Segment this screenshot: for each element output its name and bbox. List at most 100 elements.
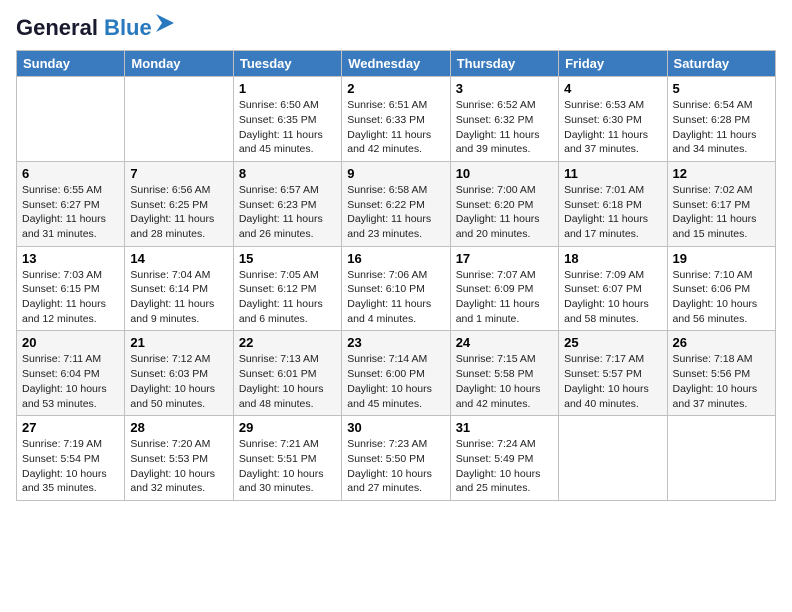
logo-icon [154, 12, 176, 34]
calendar-cell: 7 Sunrise: 6:56 AM Sunset: 6:25 PM Daylig… [125, 161, 233, 246]
day-info: Sunrise: 7:15 AM Sunset: 5:58 PM Dayligh… [456, 352, 553, 411]
day-number: 5 [673, 81, 770, 96]
day-number: 2 [347, 81, 444, 96]
day-info: Sunrise: 7:06 AM Sunset: 6:10 PM Dayligh… [347, 268, 444, 327]
calendar-cell: 23Sunrise: 7:14 AM Sunset: 6:00 PM Dayli… [342, 331, 450, 416]
calendar-cell: 14 Sunrise: 7:04 AM Sunset: 6:14 PM Dayli… [125, 246, 233, 331]
day-number: 9 [347, 166, 444, 181]
col-header-sunday: Sunday [17, 51, 125, 77]
day-info: Sunrise: 7:12 AM Sunset: 6:03 PM Dayligh… [130, 352, 227, 411]
logo: General Blue [16, 16, 176, 40]
day-number: 6 [22, 166, 119, 181]
day-info: Sunrise: 6:52 AM Sunset: 6:32 PM Dayligh… [456, 98, 553, 157]
day-number: 25 [564, 335, 661, 350]
day-number: 7 [130, 166, 227, 181]
calendar-week-row: 20 Sunrise: 7:11 AM Sunset: 6:04 PM Dayli… [17, 331, 776, 416]
day-info: Sunrise: 6:51 AM Sunset: 6:33 PM Dayligh… [347, 98, 444, 157]
day-info: Sunrise: 7:11 AM Sunset: 6:04 PM Dayligh… [22, 352, 119, 411]
calendar-week-row: 27 Sunrise: 7:19 AM Sunset: 5:54 PM Dayli… [17, 416, 776, 501]
day-info: Sunrise: 6:57 AM Sunset: 6:23 PM Dayligh… [239, 183, 336, 242]
day-number: 15 [239, 251, 336, 266]
day-number: 21 [130, 335, 227, 350]
day-number: 23 [347, 335, 444, 350]
day-number: 11 [564, 166, 661, 181]
calendar-cell: 15 Sunrise: 7:05 AM Sunset: 6:12 PM Dayli… [233, 246, 341, 331]
calendar-cell: 12Sunrise: 7:02 AM Sunset: 6:17 PM Dayli… [667, 161, 775, 246]
calendar-table: SundayMondayTuesdayWednesdayThursdayFrid… [16, 50, 776, 501]
day-info: Sunrise: 7:19 AM Sunset: 5:54 PM Dayligh… [22, 437, 119, 496]
calendar-cell [125, 77, 233, 162]
day-info: Sunrise: 7:00 AM Sunset: 6:20 PM Dayligh… [456, 183, 553, 242]
calendar-cell: 1Sunrise: 6:50 AM Sunset: 6:35 PM Daylig… [233, 77, 341, 162]
calendar-cell: 26 Sunrise: 7:18 AM Sunset: 5:56 PM Dayli… [667, 331, 775, 416]
day-info: Sunrise: 7:17 AM Sunset: 5:57 PM Dayligh… [564, 352, 661, 411]
day-info: Sunrise: 7:21 AM Sunset: 5:51 PM Dayligh… [239, 437, 336, 496]
calendar-cell: 8Sunrise: 6:57 AM Sunset: 6:23 PM Daylig… [233, 161, 341, 246]
calendar-cell: 9 Sunrise: 6:58 AM Sunset: 6:22 PM Daylig… [342, 161, 450, 246]
day-number: 13 [22, 251, 119, 266]
col-header-monday: Monday [125, 51, 233, 77]
day-number: 26 [673, 335, 770, 350]
day-info: Sunrise: 6:53 AM Sunset: 6:30 PM Dayligh… [564, 98, 661, 157]
day-info: Sunrise: 6:58 AM Sunset: 6:22 PM Dayligh… [347, 183, 444, 242]
calendar-cell: 18Sunrise: 7:09 AM Sunset: 6:07 PM Dayli… [559, 246, 667, 331]
day-number: 28 [130, 420, 227, 435]
calendar-cell: 10 Sunrise: 7:00 AM Sunset: 6:20 PM Dayli… [450, 161, 558, 246]
calendar-cell: 4 Sunrise: 6:53 AM Sunset: 6:30 PM Daylig… [559, 77, 667, 162]
day-info: Sunrise: 7:24 AM Sunset: 5:49 PM Dayligh… [456, 437, 553, 496]
calendar-week-row: 1Sunrise: 6:50 AM Sunset: 6:35 PM Daylig… [17, 77, 776, 162]
day-number: 16 [347, 251, 444, 266]
calendar-cell: 24 Sunrise: 7:15 AM Sunset: 5:58 PM Dayli… [450, 331, 558, 416]
day-number: 10 [456, 166, 553, 181]
day-number: 3 [456, 81, 553, 96]
day-info: Sunrise: 7:07 AM Sunset: 6:09 PM Dayligh… [456, 268, 553, 327]
day-info: Sunrise: 7:18 AM Sunset: 5:56 PM Dayligh… [673, 352, 770, 411]
calendar-cell: 31 Sunrise: 7:24 AM Sunset: 5:49 PM Dayli… [450, 416, 558, 501]
day-info: Sunrise: 7:05 AM Sunset: 6:12 PM Dayligh… [239, 268, 336, 327]
calendar-cell [559, 416, 667, 501]
calendar-cell: 25 Sunrise: 7:17 AM Sunset: 5:57 PM Dayli… [559, 331, 667, 416]
calendar-cell: 28 Sunrise: 7:20 AM Sunset: 5:53 PM Dayli… [125, 416, 233, 501]
day-number: 14 [130, 251, 227, 266]
day-info: Sunrise: 7:02 AM Sunset: 6:17 PM Dayligh… [673, 183, 770, 242]
day-number: 1 [239, 81, 336, 96]
day-number: 4 [564, 81, 661, 96]
day-number: 20 [22, 335, 119, 350]
calendar-cell: 2 Sunrise: 6:51 AM Sunset: 6:33 PM Daylig… [342, 77, 450, 162]
calendar-cell: 22Sunrise: 7:13 AM Sunset: 6:01 PM Dayli… [233, 331, 341, 416]
col-header-friday: Friday [559, 51, 667, 77]
calendar-week-row: 13 Sunrise: 7:03 AM Sunset: 6:15 PM Dayli… [17, 246, 776, 331]
col-header-tuesday: Tuesday [233, 51, 341, 77]
day-number: 30 [347, 420, 444, 435]
col-header-wednesday: Wednesday [342, 51, 450, 77]
calendar-cell [17, 77, 125, 162]
day-info: Sunrise: 7:10 AM Sunset: 6:06 PM Dayligh… [673, 268, 770, 327]
day-number: 17 [456, 251, 553, 266]
calendar-cell: 29 Sunrise: 7:21 AM Sunset: 5:51 PM Dayli… [233, 416, 341, 501]
calendar-cell: 27 Sunrise: 7:19 AM Sunset: 5:54 PM Dayli… [17, 416, 125, 501]
calendar-cell [667, 416, 775, 501]
day-info: Sunrise: 7:23 AM Sunset: 5:50 PM Dayligh… [347, 437, 444, 496]
calendar-week-row: 6Sunrise: 6:55 AM Sunset: 6:27 PM Daylig… [17, 161, 776, 246]
day-info: Sunrise: 7:20 AM Sunset: 5:53 PM Dayligh… [130, 437, 227, 496]
day-info: Sunrise: 6:56 AM Sunset: 6:25 PM Dayligh… [130, 183, 227, 242]
day-number: 29 [239, 420, 336, 435]
calendar-cell: 17 Sunrise: 7:07 AM Sunset: 6:09 PM Dayli… [450, 246, 558, 331]
day-info: Sunrise: 7:04 AM Sunset: 6:14 PM Dayligh… [130, 268, 227, 327]
day-info: Sunrise: 6:54 AM Sunset: 6:28 PM Dayligh… [673, 98, 770, 157]
day-info: Sunrise: 7:03 AM Sunset: 6:15 PM Dayligh… [22, 268, 119, 327]
day-number: 27 [22, 420, 119, 435]
day-number: 31 [456, 420, 553, 435]
calendar-cell: 13 Sunrise: 7:03 AM Sunset: 6:15 PM Dayli… [17, 246, 125, 331]
day-number: 22 [239, 335, 336, 350]
day-info: Sunrise: 7:01 AM Sunset: 6:18 PM Dayligh… [564, 183, 661, 242]
page-header: General Blue [16, 16, 776, 40]
day-number: 18 [564, 251, 661, 266]
day-number: 24 [456, 335, 553, 350]
calendar-cell: 20 Sunrise: 7:11 AM Sunset: 6:04 PM Dayli… [17, 331, 125, 416]
calendar-cell: 30 Sunrise: 7:23 AM Sunset: 5:50 PM Dayli… [342, 416, 450, 501]
calendar-cell: 3 Sunrise: 6:52 AM Sunset: 6:32 PM Daylig… [450, 77, 558, 162]
calendar-cell: 6Sunrise: 6:55 AM Sunset: 6:27 PM Daylig… [17, 161, 125, 246]
calendar-cell: 16 Sunrise: 7:06 AM Sunset: 6:10 PM Dayli… [342, 246, 450, 331]
col-header-thursday: Thursday [450, 51, 558, 77]
